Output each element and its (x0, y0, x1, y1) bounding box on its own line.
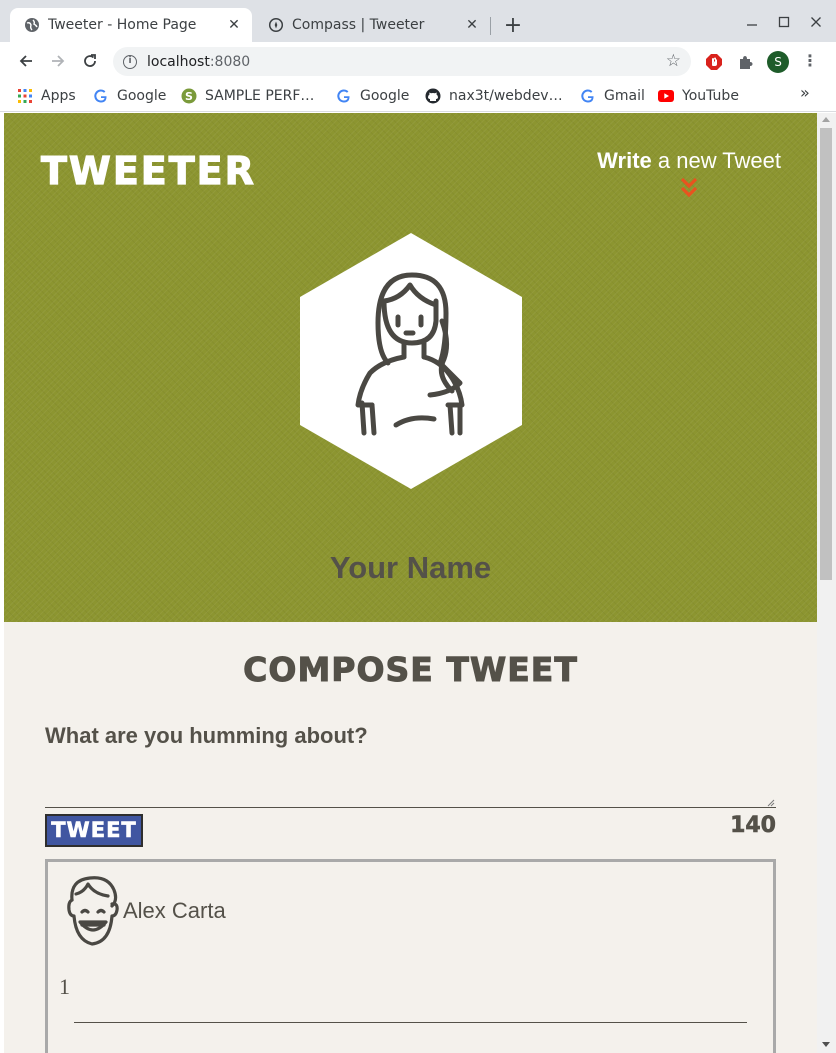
tweet-divider (74, 1022, 747, 1023)
bookmark-apps[interactable]: Apps (17, 85, 76, 107)
close-window-icon[interactable] (801, 10, 831, 34)
browser-toolbar: i localhost:8080 ☆ (0, 42, 836, 80)
bookmark-star-icon[interactable]: ☆ (666, 51, 681, 71)
tab-close-icon[interactable]: ✕ (462, 15, 482, 35)
chevron-double-down-icon[interactable] (679, 177, 699, 199)
character-counter: 140 (730, 813, 777, 839)
tab-title: Tweeter - Home Page (48, 17, 197, 33)
user-avatar-icon (67, 876, 119, 946)
scroll-down-icon[interactable] (822, 1042, 830, 1047)
bookmark-sample-perf[interactable]: S SAMPLE PERF… (181, 85, 314, 107)
extensions-puzzle-icon[interactable] (735, 52, 755, 72)
url-host: localhost (147, 53, 210, 70)
url-port: :8080 (209, 53, 251, 70)
bookmark-youtube[interactable]: YouTube (658, 85, 739, 107)
github-icon (425, 88, 441, 104)
scrollbar-thumb[interactable] (820, 128, 832, 580)
reload-icon (84, 54, 96, 67)
tab-strip: Tweeter - Home Page ✕ Compass | Tweeter … (0, 0, 836, 42)
tab-tweeter-home[interactable]: Tweeter - Home Page ✕ (10, 8, 252, 42)
new-tab-button[interactable]: + (500, 14, 526, 40)
bookmark-github[interactable]: nax3t/webdev… (425, 85, 563, 107)
address-bar[interactable]: i localhost:8080 ☆ (113, 47, 691, 76)
bookmarks-overflow-icon[interactable]: » (800, 83, 810, 102)
reload-button[interactable] (77, 48, 103, 74)
profile-avatar-icon (300, 233, 522, 489)
tab-separator (490, 17, 491, 35)
google-icon (93, 88, 109, 104)
page-scrollbar[interactable] (817, 113, 836, 1053)
write-label-strong: Write (597, 148, 652, 173)
apps-grid-icon (17, 88, 33, 104)
compose-title: COMPOSE TWEET (243, 650, 578, 690)
minimize-icon[interactable] (737, 10, 767, 34)
maximize-icon[interactable] (769, 10, 799, 34)
bookmarks-bar: Apps Google S SAMPLE PERF… Google nax3t/… (0, 80, 836, 112)
compose-label: What are you humming about? (45, 723, 368, 748)
profile-name: Your Name (329, 550, 492, 585)
google-icon (336, 88, 352, 104)
bookmark-label: Google (360, 88, 410, 104)
google-icon (580, 88, 596, 104)
svg-text:S: S (185, 90, 193, 103)
back-button[interactable] (13, 48, 39, 74)
tab-compass[interactable]: Compass | Tweeter ✕ (254, 8, 490, 42)
youtube-icon (658, 88, 674, 104)
forward-arrow-icon (52, 55, 65, 67)
bookmark-google-2[interactable]: Google (336, 85, 409, 107)
scroll-up-icon[interactable] (822, 117, 830, 122)
tweet-author-name: Alex Carta (123, 898, 226, 923)
bookmark-label: Gmail (604, 88, 645, 104)
bookmark-label: YouTube (682, 88, 739, 104)
bookmark-label: SAMPLE PERF… (205, 88, 315, 104)
site-info-icon[interactable]: i (123, 54, 137, 69)
bookmark-label: nax3t/webdev… (449, 88, 563, 104)
compass-icon (268, 17, 284, 33)
adblock-extension-icon[interactable] (704, 52, 724, 72)
page-viewport: TWEETER Write a new Tweet Your Name COMP… (4, 113, 817, 1053)
bookmark-gmail[interactable]: Gmail (580, 85, 645, 107)
globe-icon (24, 17, 40, 33)
bookmark-label: Apps (41, 88, 76, 104)
back-arrow-icon (19, 55, 32, 67)
profile-header: TWEETER Write a new Tweet Your Name (4, 113, 817, 622)
sample-icon: S (181, 88, 197, 104)
forward-button[interactable] (45, 48, 71, 74)
tweet-text-input[interactable] (45, 758, 776, 808)
browser-menu-icon[interactable]: ⋮ (802, 51, 818, 73)
bookmark-label: Google (117, 88, 167, 104)
write-label-rest: a new Tweet (651, 148, 781, 173)
brand-logo[interactable]: TWEETER (40, 148, 256, 193)
resize-grip-icon[interactable] (767, 799, 775, 807)
write-tweet-link[interactable]: Write a new Tweet (597, 148, 781, 174)
tab-title: Compass | Tweeter (292, 17, 425, 33)
tweet-submit-button[interactable]: TWEET (45, 814, 143, 847)
tweet-content: 1 (59, 974, 70, 999)
profile-avatar[interactable]: S (767, 51, 789, 73)
tab-close-icon[interactable]: ✕ (224, 15, 244, 35)
tweet-card: Alex Carta 1 (45, 859, 776, 1053)
bookmark-google[interactable]: Google (93, 85, 166, 107)
